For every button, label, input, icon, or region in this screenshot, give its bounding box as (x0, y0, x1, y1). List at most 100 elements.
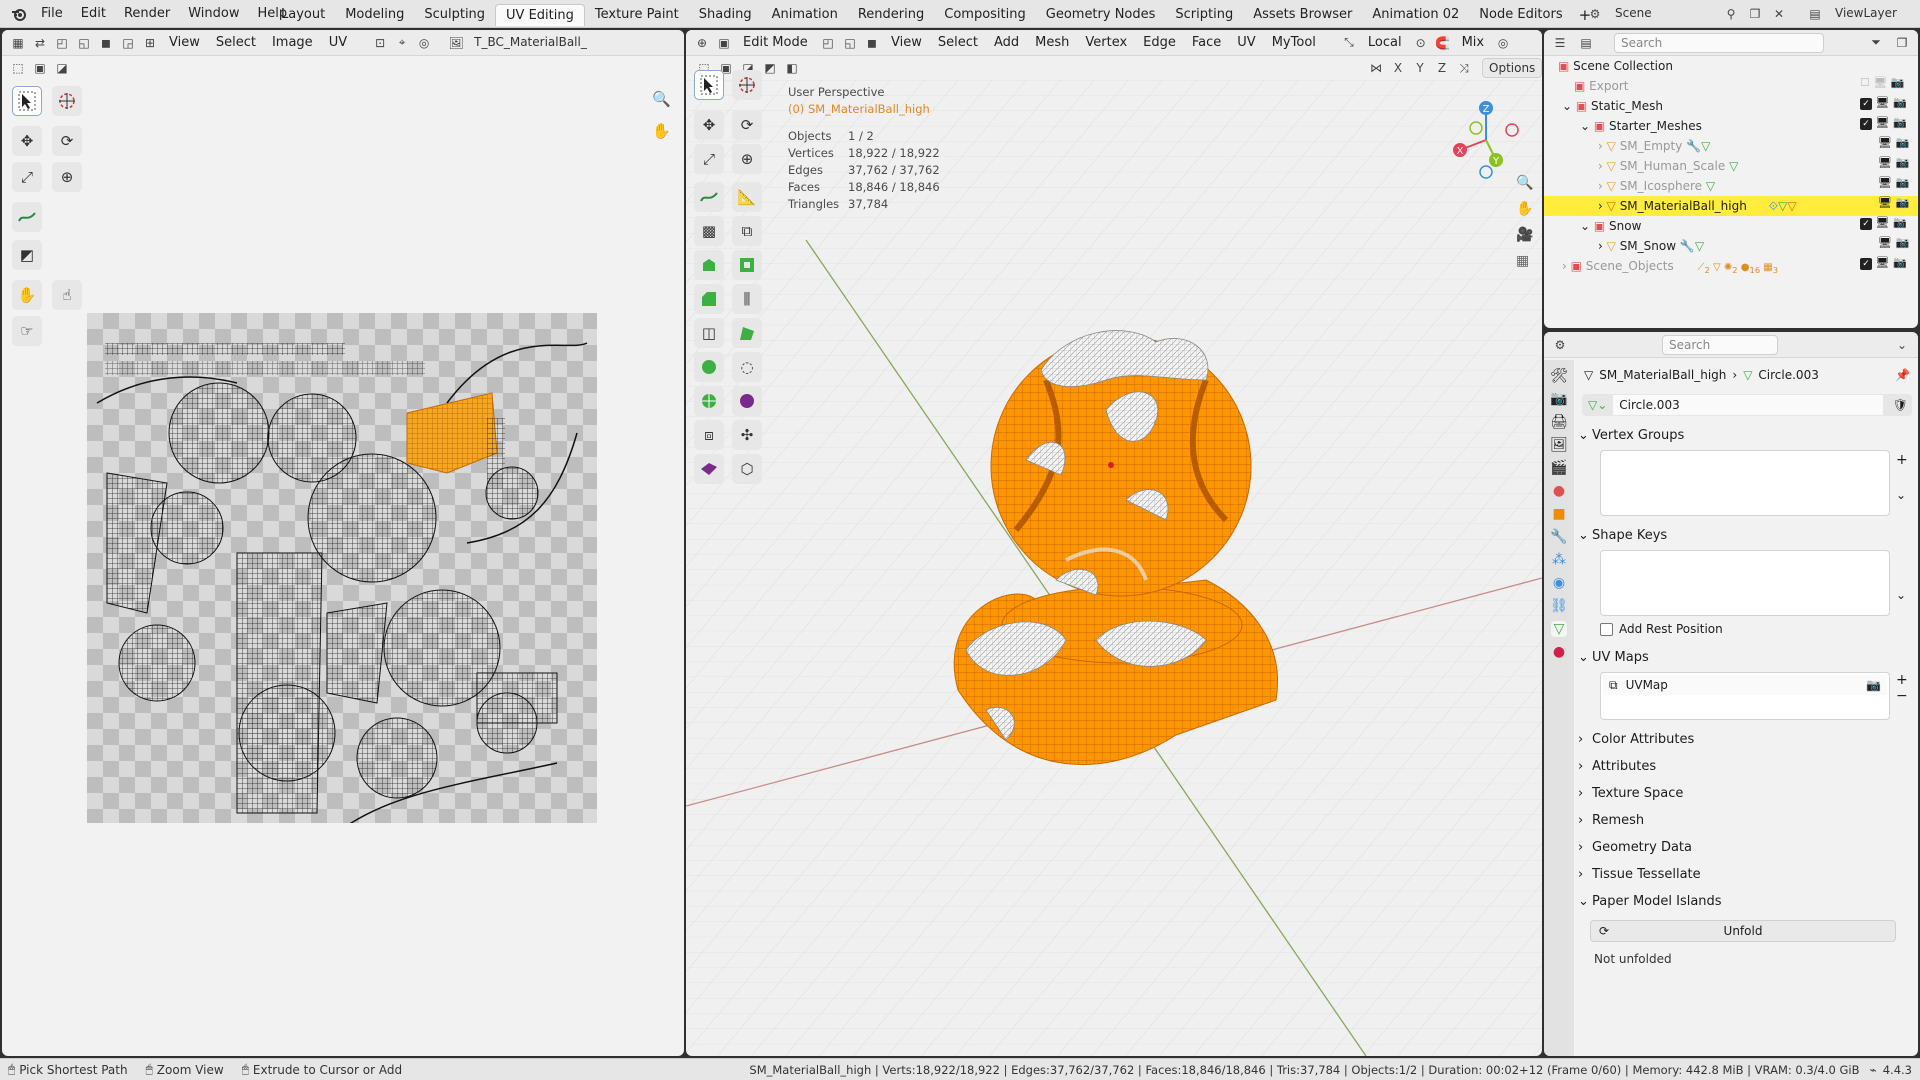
vp-rotate-tool[interactable]: ⟳ (732, 110, 762, 140)
smooth-tool[interactable]: ◌ (732, 352, 762, 382)
to-sphere-tool[interactable]: ✣ (732, 420, 762, 450)
section-vertex-groups[interactable]: ⌄ Vertex Groups (1578, 428, 1836, 443)
extrude-tool[interactable] (694, 250, 724, 280)
mirror-butterfly-icon[interactable]: ⋈ (1366, 58, 1386, 78)
snap-mode-dropdown[interactable]: Mix (1455, 32, 1492, 54)
add-rest-position-row[interactable]: Add Rest Position (1600, 622, 1858, 636)
mesh-datablock-field[interactable]: ▽⌄ Circle.003 🛡 (1582, 394, 1912, 416)
object-sm-empty-row[interactable]: › ▽ SM_Empty 🔧▽ (1598, 136, 1892, 156)
rip-tool[interactable]: ◩ (12, 240, 42, 270)
tool-tab-icon[interactable]: 🛠 (1550, 368, 1568, 384)
pivot-icon[interactable]: ⊡ (370, 33, 390, 53)
sm-human-visibility[interactable]: 🖥 📷 (1860, 156, 1916, 176)
render-uv-icon[interactable]: 📷 (1866, 678, 1881, 692)
uv-menu-image[interactable]: Image (265, 32, 320, 54)
camera-view-icon[interactable]: 🎥 (1516, 227, 1533, 243)
pan-hand-icon[interactable]: ✋ (1516, 201, 1533, 217)
image-name-field[interactable]: T_BC_MaterialBall_Pain (468, 33, 588, 53)
add-uv-map-icon[interactable]: + (1896, 672, 1908, 688)
outliner-editor-type-icon[interactable]: ☰ (1550, 33, 1570, 53)
pivot-point-icon[interactable]: ⊙ (1411, 33, 1431, 53)
editor-type-icon[interactable]: ⊕ (692, 33, 712, 53)
mirror-z-toggle[interactable]: Z (1432, 58, 1452, 78)
bevel-tool[interactable] (694, 284, 724, 314)
collection-export-row[interactable]: ▣ Export (1574, 76, 1868, 96)
view-layer-field[interactable]: ViewLayer (1829, 4, 1919, 24)
uv-map-item[interactable]: ⧉ UVMap 📷 (1603, 675, 1887, 695)
properties-editor-type-icon[interactable]: ⚙ (1550, 335, 1570, 355)
mesh-name-input[interactable]: Circle.003 (1613, 395, 1883, 415)
snow-visibility[interactable]: ✓ 🖥 📷 (1860, 216, 1916, 236)
constraints-tab-icon[interactable]: ⛓ (1550, 598, 1568, 614)
transform-orientation-dropdown[interactable]: Local (1361, 32, 1409, 54)
scene-icon[interactable]: ⚙ (1585, 4, 1605, 24)
poly-build-tool[interactable] (732, 318, 762, 348)
tab-animation[interactable]: Animation (762, 4, 848, 26)
vp-cursor-tool[interactable] (732, 70, 762, 100)
select-box-icon[interactable]: ⬚ (8, 58, 28, 78)
tab-node-editors[interactable]: Node Editors (1469, 4, 1572, 26)
tab-layout[interactable]: Layout (271, 4, 335, 26)
section-shape-keys[interactable]: ⌄ Shape Keys (1578, 528, 1836, 543)
zoom-icon[interactable]: 🔍 (1516, 175, 1533, 191)
vp-menu-mytool[interactable]: MyTool (1265, 32, 1323, 54)
export-visibility[interactable]: ☐ 🖥 📷 (1860, 76, 1916, 96)
output-tab-icon[interactable]: 🖨 (1550, 414, 1568, 430)
properties-options-icon[interactable]: ⌄ (1892, 335, 1912, 355)
vp-measure-tool[interactable]: 📐 (732, 182, 762, 212)
sm-materialball-visibility[interactable]: 🖥 📷 (1860, 196, 1916, 216)
scale-tool[interactable]: ⤢ (12, 162, 42, 192)
breadcrumb-mesh[interactable]: Circle.003 (1758, 368, 1818, 382)
island-select-icon[interactable]: ◲ (118, 33, 138, 53)
vertex-groups-list[interactable] (1600, 450, 1890, 516)
annotate-tool[interactable] (12, 202, 42, 232)
shape-key-menu-icon[interactable]: ⌄ (1896, 588, 1906, 602)
vp-transform-tool[interactable]: ⊕ (732, 144, 762, 174)
tab-assets-browser[interactable]: Assets Browser (1243, 4, 1362, 26)
scene-tab-icon[interactable]: 🎬 (1550, 460, 1567, 476)
blender-logo-icon[interactable] (6, 6, 32, 22)
section-paper-model-islands[interactable]: ⌄ Paper Model Islands (1578, 894, 1836, 909)
face-mode-icon[interactable]: ◼ (862, 33, 882, 53)
image-browse-icon[interactable]: 🖼 (446, 33, 466, 53)
tab-animation-02[interactable]: Animation 02 (1362, 4, 1469, 26)
add-cube-tool[interactable]: ▩ (694, 216, 724, 246)
shape-keys-list[interactable] (1600, 550, 1890, 616)
vp-menu-face[interactable]: Face (1185, 32, 1228, 54)
tweak-tool[interactable] (12, 86, 42, 116)
tab-texture-paint[interactable]: Texture Paint (585, 4, 689, 26)
static-mesh-visibility[interactable]: ✓ 🖥 📷 (1860, 96, 1916, 116)
snap-icon[interactable]: ⌖ (392, 33, 412, 53)
snap-toggle-icon[interactable]: 🧲 (1433, 33, 1453, 53)
uv-maps-list[interactable]: ⧉ UVMap 📷 (1600, 672, 1890, 720)
vp-menu-mesh[interactable]: Mesh (1028, 32, 1076, 54)
world-tab-icon[interactable]: ● (1553, 483, 1565, 499)
cube-wire-tool[interactable]: ⬡ (732, 454, 762, 484)
view-layer-icon[interactable]: ▤ (1805, 4, 1825, 24)
mode-dropdown[interactable]: Edit Mode (736, 32, 816, 54)
options-dropdown[interactable]: Options (1482, 58, 1542, 78)
vp-menu-vertex[interactable]: Vertex (1078, 32, 1134, 54)
shear-tool[interactable]: ⧈ (694, 420, 724, 450)
vp-menu-select[interactable]: Select (931, 32, 985, 54)
mirror-x-toggle[interactable]: X (1388, 58, 1408, 78)
shrink-fatten-tool[interactable] (732, 386, 762, 416)
vp-annotate-tool[interactable] (694, 182, 724, 212)
display-mode-icon[interactable]: ▤ (1576, 33, 1596, 53)
menu-file[interactable]: File (32, 0, 72, 28)
proportional-edit-icon[interactable]: ◎ (414, 33, 434, 53)
transform-tool[interactable]: ⊕ (52, 162, 82, 192)
face-select-icon[interactable]: ◼ (96, 33, 116, 53)
transform-orientation-icon[interactable]: ⤡ (1339, 33, 1359, 53)
auto-merge-icon[interactable]: ⤨ (1454, 58, 1474, 78)
object-sm-snow-row[interactable]: › ▽ SM_Snow 🔧▽ (1598, 236, 1892, 256)
tab-rendering[interactable]: Rendering (848, 4, 934, 26)
cursor-tool[interactable] (52, 86, 82, 116)
vp-menu-edge[interactable]: Edge (1136, 32, 1183, 54)
vp-scale-tool[interactable]: ⤢ (694, 144, 724, 174)
mesh-browse-icon[interactable]: ▽⌄ (1588, 398, 1607, 412)
rip-region-tool[interactable] (694, 454, 724, 484)
add-vertex-group-icon[interactable]: + (1896, 452, 1908, 468)
inset-tool[interactable] (732, 250, 762, 280)
particles-tab-icon[interactable]: ⁂ (1552, 552, 1566, 568)
